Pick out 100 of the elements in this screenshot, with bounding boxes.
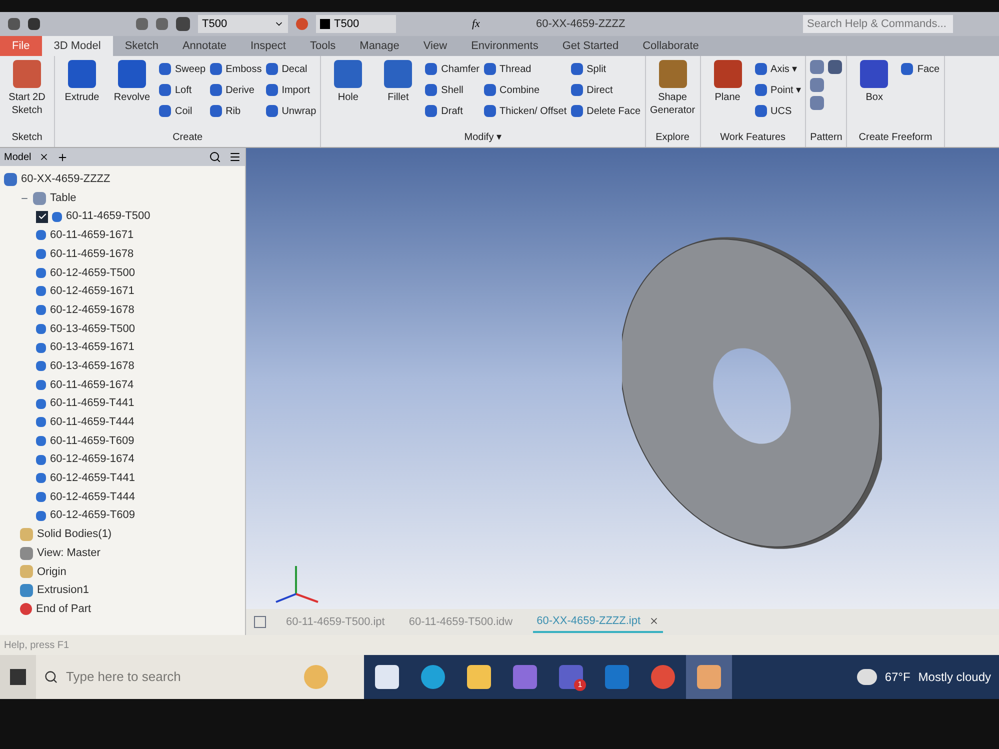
ribbon-button[interactable]: Shape Generator [650, 60, 696, 130]
tree-item[interactable]: 60-12-4659-1671 [50, 283, 134, 300]
ribbon-button[interactable]: Combine [484, 81, 567, 99]
tree-row[interactable]: 60-13-4659-T500 [0, 320, 245, 338]
tree-item[interactable]: 60-11-4659-1674 [50, 376, 134, 394]
ribbon-tab[interactable]: Sketch [112, 36, 170, 56]
ribbon-tab[interactable]: 3D Model [42, 36, 113, 56]
search-input[interactable]: Type here to search [66, 667, 296, 687]
panel-title[interactable]: Explore [650, 130, 696, 147]
ribbon-button[interactable]: Derive [210, 81, 262, 99]
parameters-button[interactable]: fx [472, 16, 480, 32]
tree-item[interactable]: Table [50, 190, 76, 206]
tree-item[interactable]: Solid Bodies(1) [37, 526, 112, 543]
ribbon-button[interactable]: Thread [484, 60, 567, 78]
tree-item[interactable]: View: Master [37, 544, 100, 562]
ribbon-button[interactable]: Hole [325, 60, 372, 130]
menu-icon[interactable] [229, 151, 241, 163]
ribbon-button[interactable]: Plane [704, 60, 751, 130]
panel-title[interactable]: Sketch [4, 130, 50, 147]
tree-row[interactable]: 60-13-4659-1671 [0, 338, 245, 357]
tree-row[interactable]: 60-11-4659-1674 [0, 376, 245, 394]
appearance-dropdown[interactable]: T500 [316, 15, 396, 33]
ribbon-button[interactable]: Revolve [109, 60, 155, 130]
ribbon-button[interactable]: Decal [266, 60, 316, 78]
ribbon-button[interactable]: Face [901, 60, 940, 78]
tree-item[interactable]: 60-11-4659-T609 [50, 432, 134, 450]
tree-row[interactable]: 60-12-4659-T444 [0, 488, 245, 506]
search-field[interactable]: Search Help & Commands... [803, 15, 953, 33]
ribbon-tab[interactable]: Tools [298, 36, 348, 56]
tree-item[interactable]: 60-12-4659-T609 [50, 507, 136, 524]
panel-title[interactable]: Create Freeform [851, 130, 940, 147]
close-icon[interactable] [39, 152, 50, 162]
tree-item[interactable]: 60-XX-4659-ZZZZ [21, 171, 110, 188]
tree-row[interactable]: 60-11-4659-1678 [0, 244, 245, 264]
tree-item[interactable]: 60-12-4659-T444 [50, 488, 136, 506]
tree-item[interactable]: Origin [37, 564, 66, 580]
ribbon-tab[interactable]: Inspect [238, 36, 298, 56]
tree-item[interactable]: 60-11-4659-T444 [50, 414, 134, 431]
ribbon-tab[interactable]: File [0, 36, 42, 56]
tree-item[interactable]: 60-12-4659-1674 [50, 451, 134, 468]
ribbon-button[interactable]: Fillet [375, 60, 422, 130]
ribbon-button[interactable]: Box [851, 60, 898, 130]
tree-row[interactable]: 60-12-4659-1674 [0, 450, 245, 469]
tree-item[interactable]: 60-12-4659-T441 [50, 470, 136, 487]
panel-title[interactable]: Modify ▾ [325, 130, 641, 147]
tree-item[interactable]: 60-11-4659-T500 [66, 208, 150, 225]
tree-item[interactable]: 60-12-4659-T500 [50, 264, 136, 282]
tree-row[interactable]: 60-11-4659-T444 [0, 412, 245, 432]
add-icon[interactable] [57, 152, 68, 162]
ribbon-button[interactable]: Draft [425, 102, 480, 120]
ribbon-tab[interactable]: Collaborate [630, 36, 711, 56]
tree-item[interactable]: 60-13-4659-1671 [50, 339, 134, 356]
ribbon-button[interactable]: Unwrap [266, 102, 316, 120]
ribbon-button[interactable]: Point ▾ [754, 81, 802, 99]
ribbon-button[interactable]: Import [266, 81, 316, 99]
taskbar-search-field[interactable]: Type here to search [36, 655, 364, 699]
tree-row[interactable]: 60-12-4659-T441 [0, 469, 245, 488]
ribbon-button[interactable]: Direct [570, 81, 641, 99]
panel-title[interactable]: Pattern [810, 130, 842, 147]
ribbon-button[interactable]: Loft [159, 81, 206, 99]
tree-item[interactable]: Extrusion1 [37, 582, 89, 599]
tree-row[interactable]: 60-13-4659-1678 [0, 356, 245, 376]
tree-row[interactable]: 60-12-4659-1671 [0, 282, 245, 301]
panel-title[interactable]: Create [59, 130, 316, 147]
ribbon-tab[interactable]: View [411, 36, 460, 56]
tree-item[interactable]: 60-12-4659-1678 [50, 302, 134, 318]
tree-row[interactable]: 60-12-4659-T609 [0, 506, 245, 526]
ribbon-button[interactable]: Shell [425, 81, 480, 99]
ribbon-tab[interactable]: Annotate [170, 36, 238, 56]
checkbox[interactable] [36, 210, 48, 223]
ribbon-button[interactable]: Delete Face [570, 102, 641, 120]
tree-row[interactable]: 60-11-4659-T609 [0, 432, 245, 450]
tree-item[interactable]: 60-11-4659-1671 [50, 227, 134, 244]
tree-item[interactable]: End of Part [36, 600, 92, 618]
ribbon-tab[interactable]: Environments [459, 36, 550, 56]
ribbon-button[interactable]: Rib [210, 102, 262, 120]
ribbon-button[interactable]: Sweep [159, 60, 206, 78]
tree-row[interactable]: 60-12-4659-1678 [0, 300, 245, 320]
tree-row[interactable]: 60-12-4659-T500 [0, 263, 245, 282]
tree-row[interactable]: 60-11-4659-T441 [0, 394, 245, 413]
ribbon-tab[interactable]: Manage [348, 36, 412, 56]
search-icon[interactable] [209, 151, 221, 163]
ribbon-button[interactable]: Thicken/ Offset [484, 102, 567, 120]
browser-tab[interactable]: Model [4, 150, 32, 164]
ribbon-button[interactable]: UCS [754, 102, 802, 120]
tree-item[interactable]: 60-13-4659-1678 [50, 358, 134, 374]
ribbon-button[interactable]: Emboss [210, 60, 262, 78]
close-icon[interactable] [648, 616, 659, 626]
ribbon-button[interactable]: Split [570, 60, 641, 78]
tree-item[interactable]: 60-13-4659-T500 [50, 320, 136, 338]
ribbon-button[interactable]: Axis ▾ [754, 60, 802, 78]
ribbon-button[interactable]: Extrude [59, 60, 105, 130]
ribbon-button[interactable]: Coil [159, 102, 206, 120]
tree-item[interactable]: 60-11-4659-1678 [50, 246, 134, 262]
tree-row[interactable]: 60-11-4659-1671 [0, 226, 245, 245]
material-dropdown[interactable]: T500 [198, 15, 288, 33]
ribbon-button[interactable]: Start 2D Sketch [4, 60, 50, 130]
ribbon-tab[interactable]: Get Started [550, 36, 631, 56]
tree-item[interactable]: 60-11-4659-T441 [50, 395, 134, 412]
taskbar-app[interactable]: 1 [548, 655, 594, 699]
